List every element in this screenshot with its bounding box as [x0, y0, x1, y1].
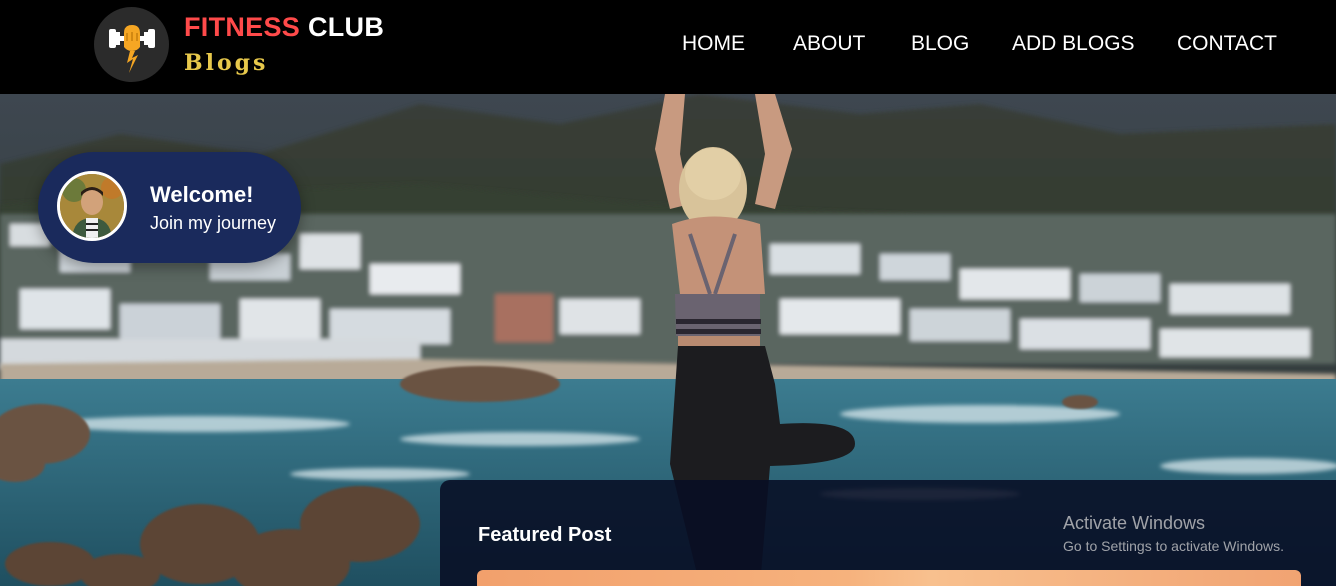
avatar-image [60, 174, 124, 238]
activate-windows-title: Activate Windows [1063, 513, 1206, 533]
nav-contact-link[interactable]: CONTACT [1177, 32, 1277, 56]
avatar [57, 171, 127, 241]
featured-post-image[interactable] [477, 570, 1301, 586]
nav-add-blogs-link[interactable]: ADD BLOGS [1012, 32, 1135, 56]
main-nav: HOME ABOUT BLOG ADD BLOGS CONTACT [0, 32, 1336, 62]
nav-blog-link[interactable]: BLOG [911, 32, 969, 56]
nav-about-link[interactable]: ABOUT [793, 32, 865, 56]
welcome-card[interactable]: Welcome! Join my journey [38, 152, 301, 263]
featured-post-heading: Featured Post [478, 524, 612, 546]
nav-home-link[interactable]: HOME [682, 32, 745, 56]
activate-windows-subtitle: Go to Settings to activate Windows. [1063, 538, 1284, 554]
welcome-title: Welcome! [150, 182, 254, 207]
welcome-subtitle: Join my journey [150, 213, 277, 233]
navbar: FITNESS CLUB Blogs HOME ABOUT BLOG ADD B… [0, 0, 1336, 94]
